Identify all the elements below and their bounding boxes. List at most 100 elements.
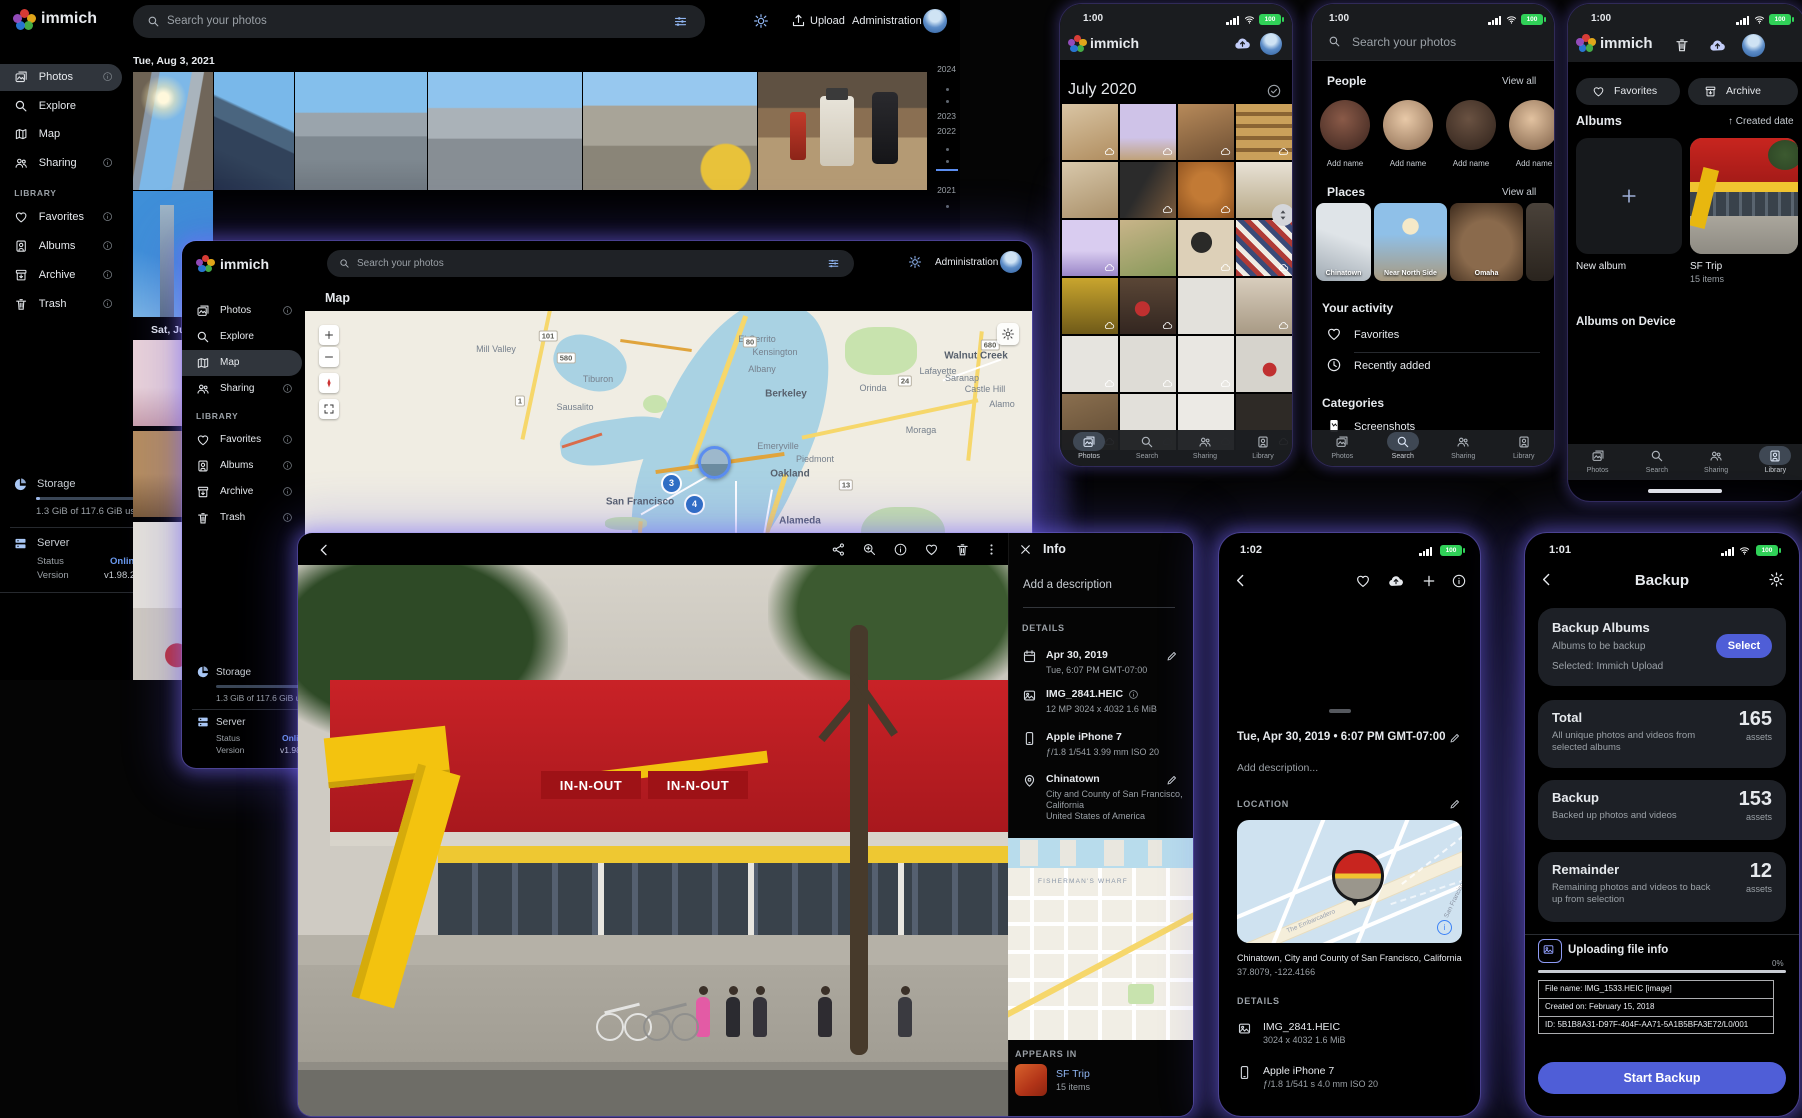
photo-thumbnail[interactable] <box>1178 278 1234 334</box>
scrubber-year[interactable]: 2024 <box>930 64 956 74</box>
more-icon[interactable] <box>984 542 999 557</box>
avatar[interactable] <box>1000 251 1022 273</box>
photo-thumbnail[interactable] <box>1062 278 1118 334</box>
photo-viewer[interactable]: IN-N-OUTIN-N-OUT <box>298 565 1008 1116</box>
search-filter-icon[interactable] <box>827 257 840 270</box>
photo-thumbnail[interactable] <box>1236 104 1292 160</box>
zoom-icon[interactable] <box>862 542 877 557</box>
add-name-link[interactable]: Add name <box>1446 159 1496 168</box>
scrubber-indicator[interactable] <box>936 169 958 171</box>
info-circle-icon[interactable] <box>102 298 113 309</box>
photo-thumbnail[interactable] <box>214 72 294 190</box>
info-circle-icon[interactable] <box>282 305 293 316</box>
nav-item-search[interactable]: Search <box>1381 432 1425 464</box>
nav-item-sharing[interactable]: Sharing <box>1183 432 1227 464</box>
administration-link[interactable]: Administration <box>935 257 998 268</box>
cloud-sync-icon[interactable] <box>1233 34 1252 53</box>
sidebar-item-albums[interactable]: Albums <box>182 453 302 479</box>
place-card[interactable]: Near North Side <box>1374 203 1447 281</box>
scrubber-year[interactable]: 2023 <box>930 111 956 121</box>
photo-thumbnail[interactable] <box>1236 336 1292 392</box>
location-map[interactable]: San Francisco Ferry The Embarcadero i <box>1237 820 1462 943</box>
cloud-sync-icon[interactable] <box>1708 36 1727 55</box>
sidebar-item-photos[interactable]: Photos <box>0 64 122 91</box>
photo-thumbnail[interactable] <box>1120 278 1176 334</box>
photo-thumbnail[interactable] <box>1178 104 1234 160</box>
sidebar-item-archive[interactable]: Archive <box>0 262 122 289</box>
add-icon[interactable] <box>1421 573 1437 589</box>
photo-thumbnail[interactable] <box>1178 162 1234 218</box>
search-input[interactable]: Search your photos <box>327 250 854 277</box>
person-face[interactable] <box>1383 100 1433 150</box>
sidebar-item-photos[interactable]: Photos <box>182 298 302 324</box>
nav-item-library[interactable]: Library <box>1502 432 1546 464</box>
info-circle-icon[interactable] <box>102 240 113 251</box>
location-map[interactable]: FISHERMAN'S WHARF <box>1008 838 1193 1040</box>
upload-cloud-icon[interactable] <box>1387 572 1405 590</box>
sidebar-item-albums[interactable]: Albums <box>0 233 122 260</box>
scrubber-handle[interactable] <box>1272 204 1292 226</box>
select-all-icon[interactable] <box>1266 83 1282 99</box>
avatar[interactable] <box>923 9 947 33</box>
edit-icon[interactable] <box>1449 732 1461 744</box>
nav-item-search[interactable]: Search <box>1635 446 1679 478</box>
people-view-all[interactable]: View all <box>1502 76 1536 87</box>
sidebar-item-explore[interactable]: Explore <box>0 93 122 120</box>
map-compass-control[interactable] <box>319 373 339 393</box>
nav-item-photos[interactable]: Photos <box>1320 432 1364 464</box>
map-zoom-control[interactable] <box>319 325 339 345</box>
search-filter-icon[interactable] <box>673 14 688 29</box>
logo[interactable]: immich <box>196 253 306 277</box>
sidebar-item-favorites[interactable]: Favorites <box>0 204 122 231</box>
close-icon[interactable] <box>1018 542 1033 557</box>
administration-link[interactable]: Administration <box>852 15 922 27</box>
album-thumbnail[interactable] <box>1015 1064 1047 1096</box>
settings-gear-icon[interactable] <box>1768 571 1785 588</box>
photo-thumbnail[interactable] <box>133 72 213 190</box>
nav-item-photos[interactable]: Photos <box>1067 432 1111 464</box>
info-circle-icon[interactable] <box>1128 689 1139 700</box>
favorites-item[interactable]: Favorites <box>1354 329 1399 341</box>
add-name-link[interactable]: Add name <box>1509 159 1554 168</box>
info-circle-icon[interactable] <box>102 269 113 280</box>
sidebar-item-sharing[interactable]: Sharing <box>182 376 302 402</box>
edit-icon[interactable] <box>1166 774 1178 786</box>
photo-thumbnail[interactable] <box>1062 162 1118 218</box>
nav-item-sharing[interactable]: Sharing <box>1694 446 1738 478</box>
recently-added-item[interactable]: Recently added <box>1354 360 1430 372</box>
sidebar-item-explore[interactable]: Explore <box>182 324 302 350</box>
sidebar-item-map[interactable]: Map <box>0 121 122 148</box>
add-name-link[interactable]: Add name <box>1383 159 1433 168</box>
scrubber-year[interactable]: 2021 <box>930 185 956 195</box>
asset-location[interactable]: Chinatown <box>1046 773 1100 785</box>
person-face[interactable] <box>1509 100 1554 150</box>
sort-control[interactable]: ↑ Created date <box>1728 116 1794 127</box>
photo-thumbnail[interactable] <box>1236 278 1292 334</box>
sidebar-item-trash[interactable]: Trash <box>182 505 302 531</box>
archive-pill[interactable]: Archive <box>1688 78 1798 105</box>
photo-thumbnail[interactable] <box>1062 220 1118 276</box>
sidebar-item-favorites[interactable]: Favorites <box>182 427 302 453</box>
place-card[interactable]: Chinatown <box>1316 203 1371 281</box>
photo-thumbnail[interactable] <box>1236 220 1292 276</box>
edit-icon[interactable] <box>1166 650 1178 662</box>
nav-item-search[interactable]: Search <box>1125 432 1169 464</box>
add-name-link[interactable]: Add name <box>1320 159 1370 168</box>
search-icon[interactable] <box>1328 35 1341 48</box>
photo-thumbnail[interactable] <box>428 72 582 190</box>
map-cluster-marker[interactable]: 4 <box>684 494 705 515</box>
description-field[interactable]: Add description... <box>1237 762 1318 774</box>
sidebar-item-trash[interactable]: Trash <box>0 291 122 318</box>
trash-icon[interactable] <box>1674 37 1690 53</box>
places-view-all[interactable]: View all <box>1502 187 1536 198</box>
album-name[interactable]: SF Trip <box>1056 1068 1090 1080</box>
favorites-pill[interactable]: Favorites <box>1576 78 1680 105</box>
favorite-icon[interactable] <box>1355 573 1371 589</box>
info-circle-icon[interactable] <box>282 512 293 523</box>
theme-toggle-icon[interactable] <box>753 13 769 29</box>
photo-thumbnail[interactable] <box>1062 104 1118 160</box>
photo-thumbnail[interactable] <box>1120 220 1176 276</box>
map-zoom-control[interactable] <box>319 347 339 367</box>
upload-button[interactable]: Upload <box>810 15 845 27</box>
new-album-card[interactable] <box>1576 138 1682 254</box>
